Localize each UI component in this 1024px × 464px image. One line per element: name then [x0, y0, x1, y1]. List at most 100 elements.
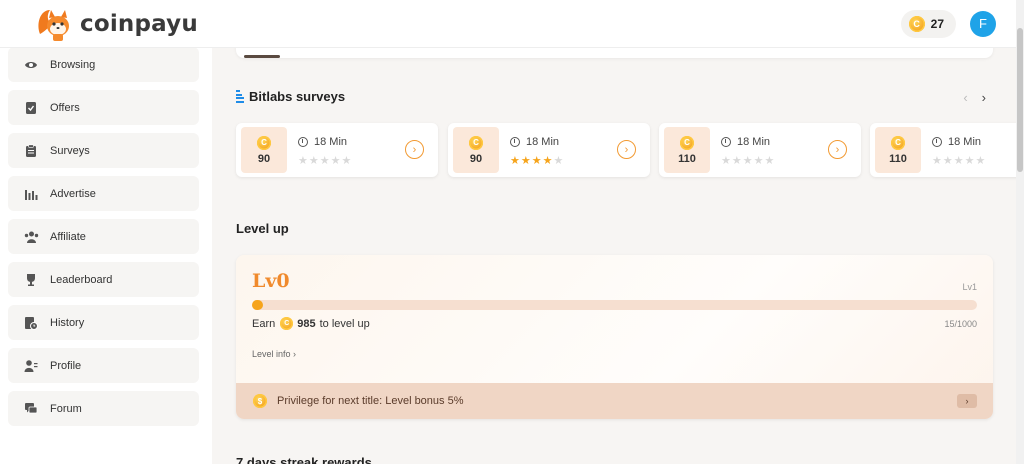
coin-icon: C [908, 15, 925, 32]
trophy-icon [22, 271, 40, 289]
level-card: Lv0 Lv1 Earn C 985 to level up 15/1000 L… [236, 255, 993, 419]
level-progress-fill [252, 300, 263, 310]
next-level: Lv1 [962, 282, 977, 292]
coin-icon: C [680, 135, 694, 150]
sidebar-item-offers[interactable]: Offers [8, 90, 199, 125]
earn-amount: 985 [297, 317, 316, 330]
sidebar-item-label: History [50, 316, 85, 329]
coin-icon: C [469, 135, 483, 150]
survey-duration: 18 Min [510, 136, 559, 148]
level-info-text: Level info [252, 349, 291, 359]
clipboard-icon [22, 142, 40, 160]
surveys-section-title: Bitlabs surveys [236, 89, 345, 104]
sidebar-item-browsing[interactable]: Browsing [8, 47, 199, 82]
privilege-arrow-button[interactable]: › [957, 394, 977, 408]
open-survey-button[interactable]: › [617, 140, 636, 159]
forum-icon [22, 400, 40, 418]
prev-arrow-icon[interactable]: ‹ [963, 90, 967, 105]
reward-value: 110 [889, 152, 907, 165]
page-scrollbar[interactable] [1016, 0, 1024, 464]
coin-icon: C [257, 135, 271, 150]
sidebar-item-affiliate[interactable]: Affiliate [8, 219, 199, 254]
survey-reward: C 110 [664, 127, 710, 173]
carousel-nav: ‹ › [963, 90, 986, 105]
current-level: Lv0 [252, 270, 290, 292]
star-icon: ★ [510, 155, 521, 167]
eye-icon [22, 56, 40, 74]
next-arrow-icon[interactable]: › [982, 90, 986, 105]
user-avatar[interactable]: F [970, 10, 996, 37]
star-icon: ★ [341, 155, 353, 167]
duration-text: 18 Min [948, 136, 982, 148]
brand-name: coinpayu [80, 10, 198, 37]
level-progress-bar [252, 300, 977, 310]
bar-chart-icon [22, 185, 40, 203]
sidebar-item-label: Leaderboard [50, 273, 113, 286]
duration-text: 18 Min [737, 136, 771, 148]
previous-card [236, 48, 993, 58]
main-content: Bitlabs surveys ‹ › C 90 18 Min ★★★★★ › … [212, 48, 1016, 464]
duration-text: 18 Min [314, 136, 348, 148]
sidebar-item-label: Browsing [50, 58, 96, 71]
open-survey-button[interactable]: › [828, 140, 847, 159]
logo[interactable]: coinpayu [34, 4, 198, 44]
coin-icon: C [280, 317, 294, 330]
sidebar-item-history[interactable]: History [8, 305, 199, 340]
coin-balance[interactable]: C 27 [900, 9, 956, 38]
star-rating: ★★★★★ [510, 154, 564, 167]
top-header: coinpayu C 27 F [0, 0, 1016, 48]
star-rating: ★★★★★ [721, 154, 775, 167]
survey-card[interactable]: C 90 18 Min ★★★★★ › [236, 123, 438, 177]
survey-duration: 18 Min [932, 136, 981, 148]
survey-card[interactable]: C 90 18 Min ★★★★★ › [448, 123, 650, 177]
survey-reward: C 110 [875, 127, 921, 173]
sidebar-item-label: Advertise [50, 187, 96, 200]
star-rating: ★★★★★ [298, 154, 352, 167]
sidebar-item-label: Surveys [50, 144, 90, 157]
star-icon: ★ [953, 155, 965, 167]
star-icon: ★ [964, 155, 976, 167]
dollar-coin-icon: $ [253, 394, 267, 408]
open-survey-button[interactable]: › [405, 140, 424, 159]
streak-section-title: 7 days streak rewards [236, 455, 372, 464]
sidebar-item-surveys[interactable]: Surveys [8, 133, 199, 168]
profile-icon [22, 357, 40, 375]
star-icon: ★ [531, 155, 543, 167]
reward-value: 90 [469, 152, 483, 165]
chevron-right-icon: › [293, 349, 297, 359]
offers-icon [22, 99, 40, 117]
sidebar-item-profile[interactable]: Profile [8, 348, 199, 383]
level-info-link[interactable]: Level info › [252, 349, 296, 359]
star-icon: ★ [520, 155, 532, 167]
star-icon: ★ [764, 155, 776, 167]
star-rating: ★★★★★ [932, 154, 986, 167]
star-icon: ★ [330, 155, 342, 167]
survey-card[interactable]: C 110 18 Min ★★★★★ › [659, 123, 861, 177]
star-icon: ★ [721, 155, 732, 167]
survey-duration: 18 Min [298, 136, 347, 148]
star-icon: ★ [942, 155, 954, 167]
level-section-title: Level up [236, 221, 289, 236]
sidebar-item-forum[interactable]: Forum [8, 391, 199, 426]
sidebar-item-advertise[interactable]: Advertise [8, 176, 199, 211]
privilege-bar[interactable]: $ Privilege for next title: Level bonus … [236, 383, 993, 419]
squirrel-logo-icon [34, 4, 74, 44]
survey-card[interactable]: C 110 18 Min ★★★★★ › [870, 123, 1016, 177]
surveys-title-text: Bitlabs surveys [249, 89, 346, 104]
reward-value: 90 [257, 152, 271, 165]
timer-icon [721, 137, 731, 147]
sidebar-item-leaderboard[interactable]: Leaderboard [8, 262, 199, 297]
scrollbar-thumb[interactable] [1017, 28, 1023, 172]
sidebar-item-label: Profile [50, 359, 82, 372]
star-icon: ★ [298, 155, 309, 167]
earn-prefix: Earn [252, 317, 276, 330]
sidebar-item-label: Forum [50, 402, 82, 415]
survey-duration: 18 Min [721, 136, 770, 148]
history-icon [22, 314, 40, 332]
star-icon: ★ [542, 155, 554, 167]
reward-value: 110 [678, 152, 696, 165]
privilege-text: Privilege for next title: Level bonus 5% [277, 395, 464, 407]
earn-suffix: to level up [319, 317, 370, 330]
timer-icon [932, 137, 942, 147]
star-icon: ★ [753, 155, 765, 167]
